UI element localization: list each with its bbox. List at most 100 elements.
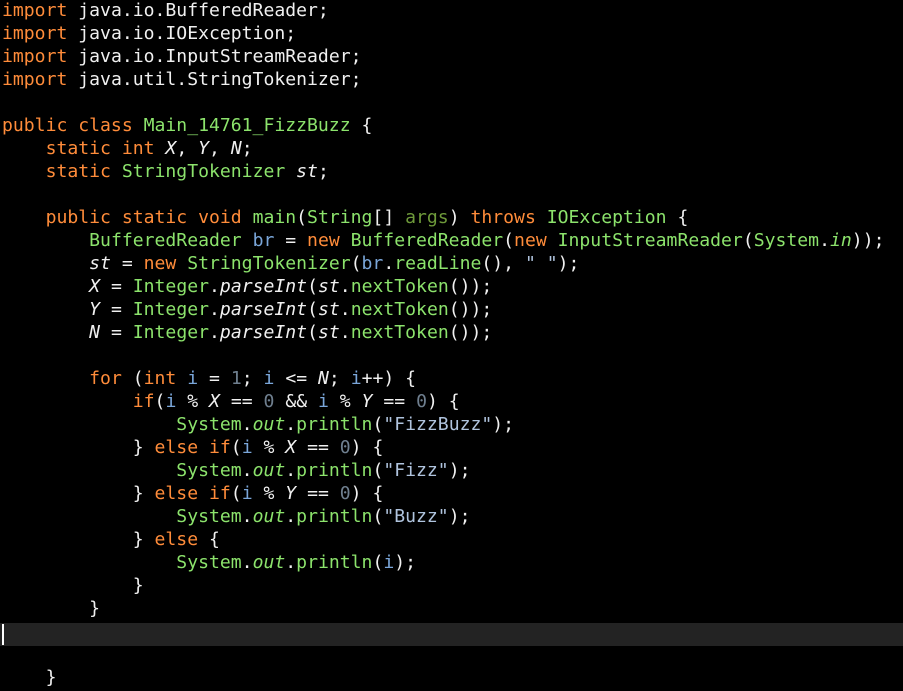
code-token-plain: { — [350, 115, 373, 136]
code-token-keyword: if — [132, 391, 155, 412]
code-token-plain: ( — [154, 391, 166, 412]
code-line[interactable]: public class Main_14761_FizzBuzz { — [2, 114, 372, 137]
code-line[interactable]: N = Integer.parseInt(st.nextToken()); — [2, 321, 492, 344]
code-line[interactable]: } — [2, 597, 100, 620]
code-token-keyword: new — [143, 253, 188, 274]
code-token-type: String — [307, 207, 373, 228]
code-token-method: println — [296, 460, 373, 481]
code-line[interactable]: } else if(i % Y == 0) { — [2, 482, 384, 505]
code-token-plain: . — [209, 322, 220, 343]
code-token-plain: ); — [448, 460, 471, 481]
code-token-keyword: static — [45, 161, 122, 182]
code-token-plain: , — [209, 138, 231, 159]
code-token-plain: == — [296, 483, 340, 504]
current-line-highlight — [0, 623, 903, 646]
code-token-plain: . — [285, 552, 297, 573]
code-token-string: "Fizz" — [383, 460, 449, 481]
code-token-plain: . — [241, 506, 253, 527]
code-token-local: i — [383, 552, 395, 573]
code-token-keyword: new — [514, 230, 558, 251]
code-line[interactable]: } — [2, 574, 144, 597]
code-token-plain: java.io.InputStreamReader; — [67, 46, 362, 67]
code-token-plain: ; — [328, 368, 351, 389]
code-line[interactable]: import java.util.StringTokenizer; — [2, 68, 362, 91]
code-token-local: i — [187, 368, 199, 389]
code-token-plain: = — [274, 230, 308, 251]
code-token-field: st — [317, 299, 340, 320]
code-token-plain: ()); — [448, 299, 493, 320]
code-token-plain: ( — [307, 276, 318, 297]
code-line[interactable]: System.out.println("Fizz"); — [2, 459, 471, 482]
code-token-plain: )); — [851, 230, 885, 251]
code-token-keyword: static int — [45, 138, 166, 159]
code-token-field: N — [230, 138, 242, 159]
code-token-plain: } — [2, 598, 101, 619]
code-line[interactable]: import java.io.BufferedReader; — [2, 0, 329, 22]
code-token-plain: ()); — [448, 322, 493, 343]
code-token-local: br — [361, 253, 384, 274]
code-token-field: st — [317, 322, 340, 343]
code-token-field: st — [296, 161, 318, 182]
code-token-plain: ( — [307, 322, 318, 343]
code-token-local: i — [263, 368, 275, 389]
code-token-declaration: Main_14761_FizzBuzz — [143, 115, 351, 136]
code-line[interactable]: import java.io.InputStreamReader; — [2, 45, 362, 68]
code-token-local: i — [241, 437, 253, 458]
code-token-plain: ( — [372, 460, 384, 481]
code-line[interactable]: static StringTokenizer st; — [2, 160, 329, 183]
code-token-plain: java.util.StringTokenizer; — [67, 69, 362, 90]
code-token-plain: } — [2, 529, 155, 550]
code-token-plain: } — [2, 575, 144, 596]
code-token-plain: <= — [274, 368, 318, 389]
code-token-plain: . — [209, 299, 220, 320]
code-token-keyword: import — [2, 69, 68, 90]
code-line[interactable]: System.out.println("Buzz"); — [2, 505, 471, 528]
code-token-type: StringTokenizer — [187, 253, 351, 274]
code-token-method: nextToken — [350, 276, 449, 297]
code-token-plain: ); — [394, 552, 417, 573]
code-line[interactable]: static int X, Y, N; — [2, 137, 253, 160]
code-line[interactable]: Y = Integer.parseInt(st.nextToken()); — [2, 298, 492, 321]
code-line[interactable]: if(i % X == 0 && i % Y == 0) { — [2, 390, 460, 413]
code-token-plain: { — [666, 207, 689, 228]
code-line[interactable]: X = Integer.parseInt(st.nextToken()); — [2, 275, 492, 298]
code-token-keyword: else if — [154, 437, 231, 458]
code-token-plain: ( — [742, 230, 754, 251]
code-line[interactable]: System.out.println(i); — [2, 551, 416, 574]
code-line[interactable]: public static void main(String[] args) t… — [2, 206, 689, 229]
code-line[interactable]: BufferedReader br = new BufferedReader(n… — [2, 229, 884, 252]
code-token-plain: ) { — [350, 483, 384, 504]
code-token-static-field: in — [830, 230, 852, 251]
code-token-local: i — [241, 483, 253, 504]
code-token-keyword: import — [2, 0, 68, 21]
code-token-type: Integer — [132, 322, 210, 343]
code-token-plain: ()); — [448, 276, 493, 297]
code-line[interactable]: System.out.println("FizzBuzz"); — [2, 413, 514, 436]
code-line[interactable]: for (int i = 1; i <= N; i++) { — [2, 367, 416, 390]
code-token-type: Integer — [132, 276, 210, 297]
code-token-field: X — [89, 276, 101, 297]
code-token-plain: ); — [448, 506, 471, 527]
code-token-plain: % — [252, 437, 286, 458]
code-line[interactable]: import java.io.IOException; — [2, 22, 296, 45]
code-token-plain: } — [2, 667, 57, 688]
code-token-method: println — [296, 552, 373, 573]
code-token-plain: . — [241, 414, 253, 435]
code-line[interactable]: } — [2, 666, 57, 689]
code-line[interactable]: st = new StringTokenizer(br.readLine(), … — [2, 252, 579, 275]
code-token-keyword: for — [89, 368, 133, 389]
code-token-declaration: main — [252, 207, 297, 228]
code-token-plain: ( — [230, 483, 242, 504]
code-token-static-field: out — [252, 506, 286, 527]
code-editor[interactable]: import java.io.BufferedReader; import jav… — [0, 0, 903, 691]
code-token-plain: ( — [372, 414, 384, 435]
code-token-plain: ( — [372, 506, 384, 527]
code-line[interactable]: } else { — [2, 528, 220, 551]
code-token-number: 0 — [339, 437, 351, 458]
code-line[interactable]: } else if(i % X == 0) { — [2, 436, 384, 459]
code-token-number: 1 — [230, 368, 242, 389]
code-token-local: i — [350, 368, 362, 389]
